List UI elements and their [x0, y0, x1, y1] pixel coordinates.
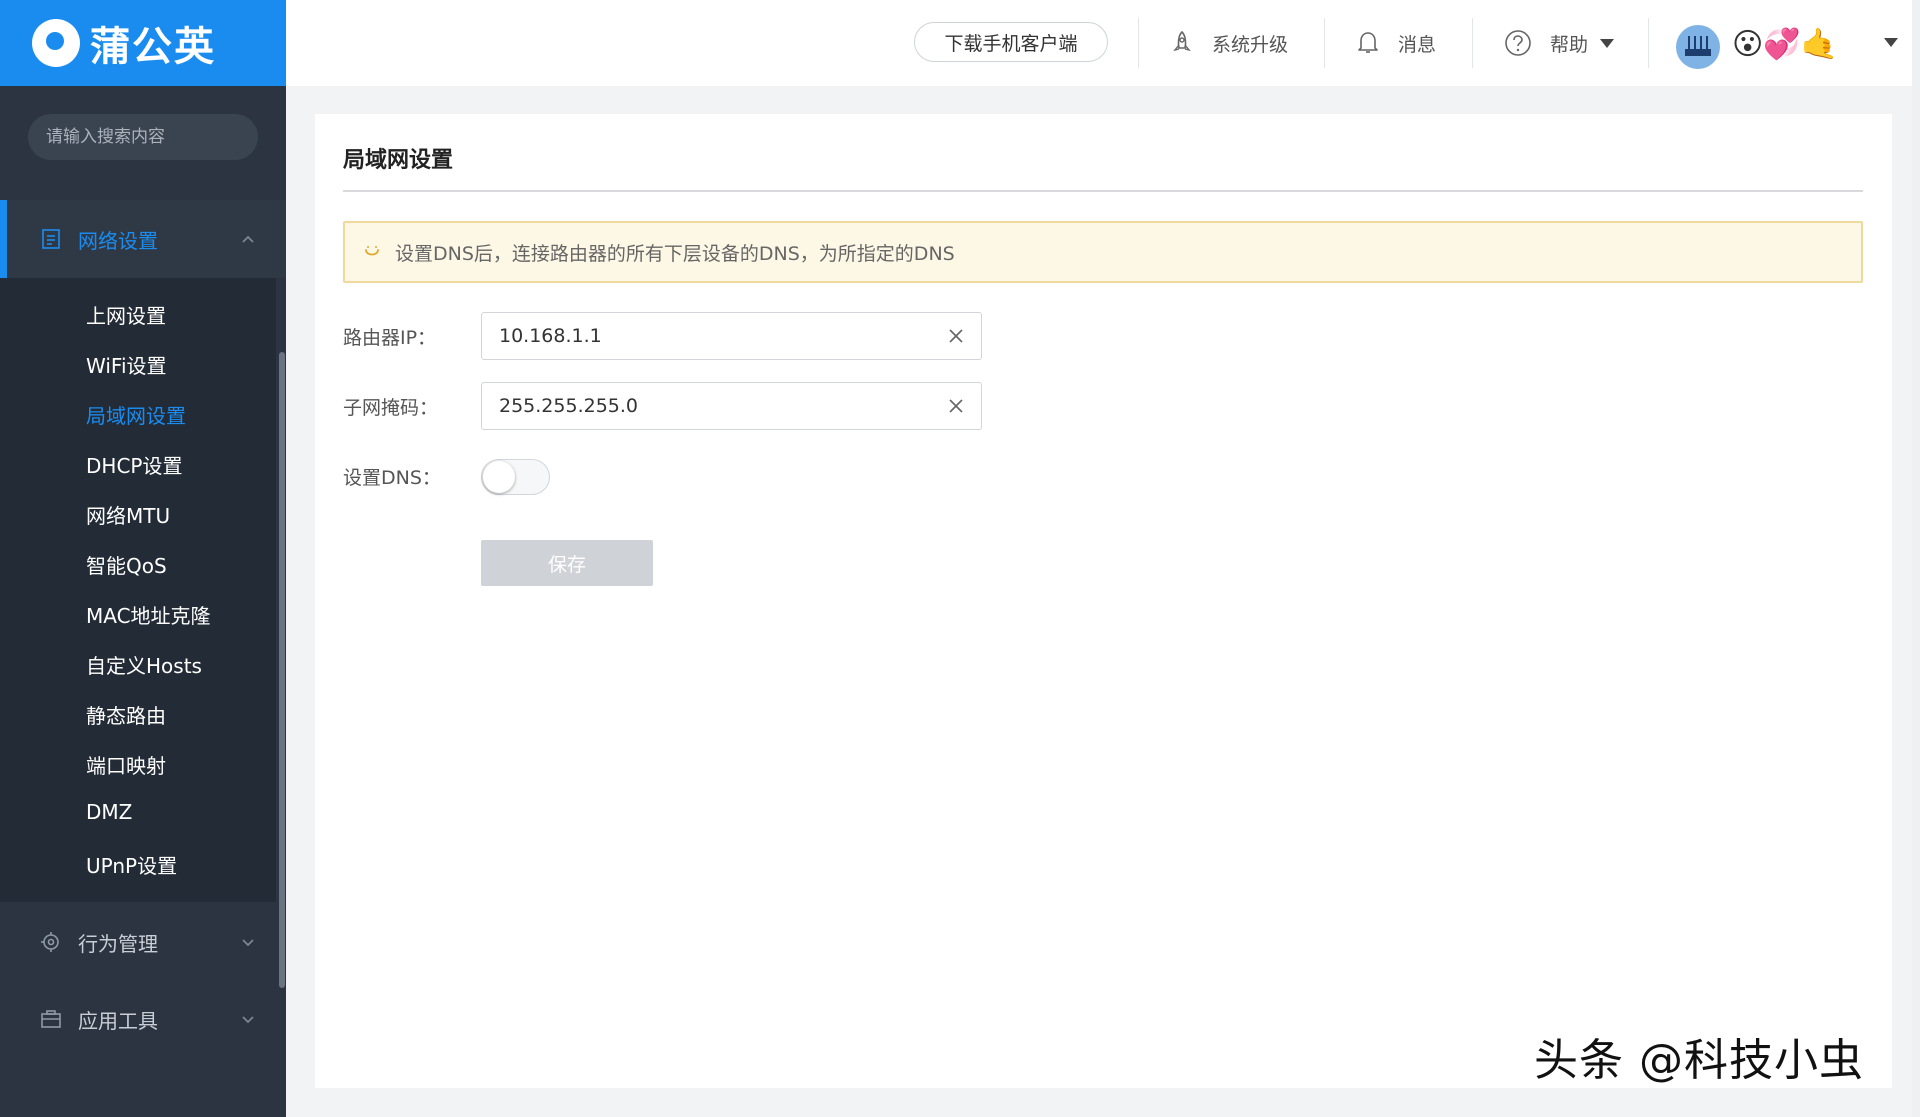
logo-bar[interactable]: 蒲公英 [0, 0, 286, 86]
page-title: 局域网设置 [343, 148, 454, 173]
subnet-mask-field[interactable] [481, 382, 982, 430]
clear-icon[interactable] [947, 397, 965, 415]
sidebar-group-network-settings[interactable]: 网络设置 [0, 200, 286, 278]
divider [1324, 18, 1325, 68]
chevron-down-icon [242, 1016, 254, 1024]
dns-label: 设置DNS： [343, 467, 441, 489]
messages-label: 消息 [1398, 33, 1437, 56]
info-smile-icon [365, 246, 379, 256]
save-button[interactable]: 保存 [481, 540, 653, 586]
messages-button[interactable]: 消息 [1356, 24, 1436, 62]
sidebar-item-internet[interactable]: 上网设置 [86, 300, 166, 329]
brand-name: 蒲公英 [90, 24, 216, 70]
divider [1138, 18, 1139, 68]
download-app-button[interactable]: 下载手机客户端 [914, 22, 1108, 62]
chevron-up-icon [242, 235, 254, 243]
subnet-mask-input[interactable] [499, 395, 947, 417]
subnet-mask-label: 子网掩码： [343, 397, 439, 419]
help-label: 帮助 [1550, 33, 1589, 56]
sidebar-group-label: 网络设置 [78, 228, 158, 253]
username[interactable]: 😮💞🤙 [1732, 26, 1838, 64]
sidebar-search[interactable] [28, 114, 265, 160]
sidebar-scrollbar[interactable] [279, 352, 285, 988]
list-doc-icon [42, 229, 60, 249]
sidebar-item-hosts[interactable]: 自定义Hosts [86, 650, 202, 679]
sidebar-item-dmz[interactable]: DMZ [86, 800, 132, 824]
bell-icon [1358, 32, 1378, 53]
router-avatar[interactable] [1676, 25, 1720, 69]
chevron-down-icon [1600, 38, 1615, 48]
window-scrollbar[interactable] [1912, 0, 1920, 1117]
router-ip-input[interactable] [499, 325, 947, 347]
toggle-knob [483, 461, 515, 493]
sidebar-item-lan[interactable]: 局域网设置 [86, 400, 186, 429]
lan-settings-card: 局域网设置 设置DNS后，连接路由器的所有下层设备的DNS，为所指定的DNS 路… [315, 114, 1892, 1088]
clear-icon[interactable] [947, 327, 965, 345]
router-ip-label: 路由器IP： [343, 327, 437, 349]
sidebar-item-static-route[interactable]: 静态路由 [86, 700, 166, 729]
divider [1472, 18, 1473, 68]
divider [1648, 18, 1649, 68]
sidebar-item-mac-clone[interactable]: MAC地址克隆 [86, 600, 211, 629]
system-upgrade-button[interactable]: 系统升级 [1170, 24, 1288, 62]
watermark: 头条 @科技小虫 [1534, 1035, 1864, 1086]
system-upgrade-label: 系统升级 [1212, 33, 1289, 56]
notice-text: 设置DNS后，连接路由器的所有下层设备的DNS，为所指定的DNS [395, 242, 955, 265]
title-divider [343, 190, 1863, 192]
user-menu-chevron-icon[interactable] [1884, 38, 1898, 47]
sidebar-item-qos[interactable]: 智能QoS [86, 550, 167, 579]
briefcase-icon [41, 1010, 61, 1028]
router-ip-field[interactable] [481, 312, 982, 360]
sidebar-group-behavior[interactable]: 行为管理 [0, 903, 286, 981]
sidebar-group-label: 应用工具 [78, 1008, 158, 1033]
gear-target-icon [41, 932, 59, 952]
router-icon [1685, 36, 1711, 56]
dns-notice: 设置DNS后，连接路由器的所有下层设备的DNS，为所指定的DNS [343, 221, 1863, 283]
sidebar-item-wifi[interactable]: WiFi设置 [86, 350, 167, 379]
help-menu[interactable]: 帮助 [1504, 24, 1615, 62]
sidebar-item-upnp[interactable]: UPnP设置 [86, 850, 177, 879]
brand-logo-icon [32, 19, 80, 67]
dns-toggle[interactable] [481, 459, 550, 495]
submenu-network-settings: 上网设置 WiFi设置 局域网设置 DHCP设置 网络MTU 智能QoS MAC… [0, 278, 276, 902]
top-header: 下载手机客户端 系统升级 消息 帮助 😮💞🤙 [286, 0, 1920, 86]
sidebar-item-mtu[interactable]: 网络MTU [86, 500, 170, 529]
chevron-down-icon [242, 939, 254, 947]
sidebar-group-tools[interactable]: 应用工具 [0, 980, 286, 1058]
sidebar: 蒲公英 网络设置 上网设置 WiFi设置 局域网设置 DHCP设置 网络MTU … [0, 0, 286, 1117]
search-input[interactable] [46, 127, 265, 147]
help-circle-icon [1505, 30, 1531, 56]
sidebar-item-port-mapping[interactable]: 端口映射 [86, 750, 166, 779]
sidebar-item-dhcp[interactable]: DHCP设置 [86, 450, 182, 479]
rocket-icon [1173, 30, 1191, 52]
sidebar-group-label: 行为管理 [78, 931, 158, 956]
